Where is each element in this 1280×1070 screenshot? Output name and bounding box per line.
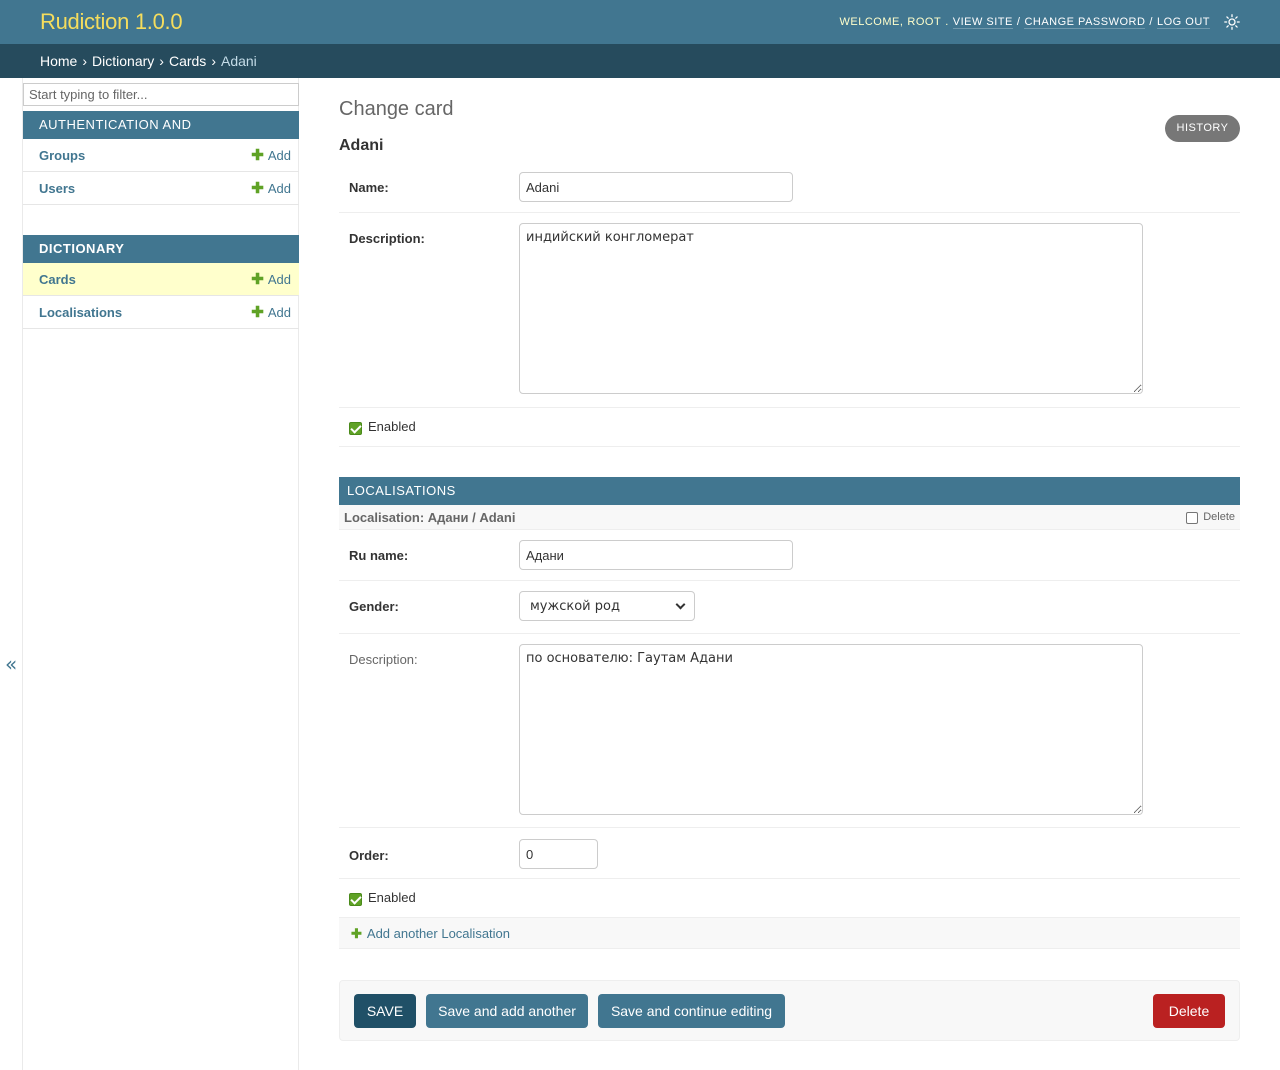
site-header: Rudiction 1.0.0 Welcome, root. View site… bbox=[0, 0, 1280, 44]
breadcrumb-separator: › bbox=[82, 53, 88, 69]
breadcrumb-current: Adani bbox=[220, 53, 257, 69]
form-row-inline-enabled: Enabled bbox=[339, 879, 1240, 918]
ru-name-label: Ru name: bbox=[349, 548, 409, 563]
gender-selected-value: мужской род bbox=[530, 598, 620, 614]
nav-sidebar: Authentication and Authorization Groups … bbox=[22, 78, 299, 1070]
inline-description-field[interactable]: по основателю: Гаутам Адани bbox=[519, 644, 1143, 815]
plus-icon: ✚ bbox=[251, 270, 264, 288]
order-label: Order: bbox=[349, 848, 389, 863]
form-row-ru-name: Ru name: bbox=[339, 530, 1240, 581]
enabled-label: Enabled bbox=[368, 419, 416, 434]
breadcrumb-model[interactable]: Cards bbox=[169, 53, 206, 69]
description-field[interactable]: индийский конгломерат bbox=[519, 223, 1143, 394]
inline-delete-label: Delete bbox=[1203, 511, 1235, 523]
inline-description-label: Description: bbox=[349, 652, 418, 667]
add-label: Add bbox=[267, 180, 291, 196]
description-label: Description: bbox=[349, 231, 425, 246]
page-title: Change card bbox=[339, 98, 454, 120]
module-auth: Authentication and Authorization Groups … bbox=[23, 111, 299, 205]
plus-icon: ✚ bbox=[251, 303, 264, 321]
breadcrumb-separator: › bbox=[211, 53, 216, 69]
sun-icon[interactable] bbox=[1224, 14, 1240, 30]
toggle-sidebar-button[interactable]: « bbox=[5, 654, 17, 674]
sidebar-item-label[interactable]: Cards bbox=[39, 272, 76, 287]
module-dictionary: Dictionary Cards ✚ Add Localisations ✚ Add bbox=[23, 235, 299, 329]
inline-enabled-label: Enabled bbox=[368, 890, 416, 905]
add-label: Add bbox=[267, 147, 291, 163]
delete-button[interactable]: Delete bbox=[1153, 994, 1225, 1028]
inline-delete-checkbox[interactable] bbox=[1186, 511, 1199, 524]
inline-subheader: Localisation: Адани / Adani Delete bbox=[339, 505, 1240, 530]
username: root bbox=[907, 16, 942, 28]
sidebar-item-cards: Cards ✚ Add bbox=[23, 263, 299, 296]
save-button[interactable]: Save bbox=[354, 994, 416, 1028]
plus-icon: ✚ bbox=[251, 146, 264, 164]
sidebar-item-localisations: Localisations ✚ Add bbox=[23, 296, 299, 329]
name-label: Name: bbox=[349, 180, 389, 195]
site-brand[interactable]: Rudiction 1.0.0 bbox=[40, 9, 183, 35]
separator: / bbox=[1149, 16, 1153, 28]
add-cards-link[interactable]: ✚ Add bbox=[251, 272, 291, 287]
plus-icon: ✚ bbox=[351, 925, 362, 941]
gender-select[interactable]: мужской род bbox=[519, 591, 695, 621]
form-row-name: Name: bbox=[339, 162, 1240, 213]
change-password-link[interactable]: Change password bbox=[1024, 16, 1146, 29]
breadcrumb-app[interactable]: Dictionary bbox=[92, 53, 154, 69]
save-and-add-another-button[interactable]: Save and add another bbox=[426, 994, 588, 1028]
sidebar-item-label[interactable]: Localisations bbox=[39, 305, 122, 320]
log-out-link[interactable]: Log out bbox=[1156, 16, 1210, 29]
inline-header: Localisations bbox=[339, 477, 1240, 505]
form-row-description: Description: индийский конгломерат bbox=[339, 213, 1240, 408]
form-row-enabled: Enabled bbox=[339, 408, 1240, 447]
add-another-localisation-link[interactable]: ✚ Add another Localisation bbox=[339, 918, 1240, 949]
form-row-order: Order: bbox=[339, 828, 1240, 879]
ru-name-field[interactable] bbox=[519, 540, 793, 570]
add-label: Add bbox=[267, 304, 291, 320]
add-users-link[interactable]: ✚ Add bbox=[251, 181, 291, 196]
inline-enabled-checkbox-row: Enabled bbox=[349, 889, 416, 906]
order-field[interactable] bbox=[519, 839, 598, 869]
separator: / bbox=[1016, 16, 1021, 28]
module-caption[interactable]: Authentication and Authorization bbox=[23, 111, 299, 160]
add-label: Add bbox=[267, 271, 291, 287]
form-row-gender: Gender: мужской род bbox=[339, 581, 1240, 634]
add-localisations-link[interactable]: ✚ Add bbox=[251, 305, 291, 320]
nav-filter-input[interactable] bbox=[23, 83, 299, 106]
user-tools: Welcome, root. View site / Change passwo… bbox=[840, 14, 1241, 30]
breadcrumb-home[interactable]: Home bbox=[40, 53, 77, 69]
inline-delete-toggle: Delete bbox=[1186, 511, 1235, 524]
breadcrumb: Home › Dictionary › Cards › Adani bbox=[0, 44, 1280, 78]
sidebar-item-label[interactable]: Users bbox=[39, 181, 75, 196]
inline-object-title: Localisation: Адани / Adani bbox=[344, 510, 516, 525]
sidebar-item-label[interactable]: Groups bbox=[39, 148, 85, 163]
name-field[interactable] bbox=[519, 172, 793, 202]
gender-label: Gender: bbox=[349, 599, 399, 614]
module-caption[interactable]: Dictionary bbox=[23, 235, 299, 263]
welcome-text: Welcome, bbox=[839, 16, 904, 28]
submit-row: Save Save and add another Save and conti… bbox=[339, 980, 1240, 1041]
chevron-down-icon bbox=[675, 599, 686, 609]
view-site-link[interactable]: View site bbox=[952, 16, 1013, 29]
form-row-inline-description: Description: по основателю: Гаутам Адани bbox=[339, 634, 1240, 828]
breadcrumb-separator: › bbox=[159, 53, 164, 69]
add-another-label: Add another Localisation bbox=[366, 925, 511, 941]
add-groups-link[interactable]: ✚ Add bbox=[251, 148, 291, 163]
enabled-checkbox-row: Enabled bbox=[349, 418, 416, 435]
object-title: Adani bbox=[339, 137, 384, 154]
sidebar-item-users: Users ✚ Add bbox=[23, 172, 299, 205]
history-button[interactable]: History bbox=[1165, 115, 1240, 142]
save-and-continue-button[interactable]: Save and continue editing bbox=[598, 994, 785, 1028]
plus-icon: ✚ bbox=[251, 179, 264, 197]
enabled-checkbox[interactable] bbox=[349, 422, 362, 435]
inline-enabled-checkbox[interactable] bbox=[349, 893, 362, 906]
